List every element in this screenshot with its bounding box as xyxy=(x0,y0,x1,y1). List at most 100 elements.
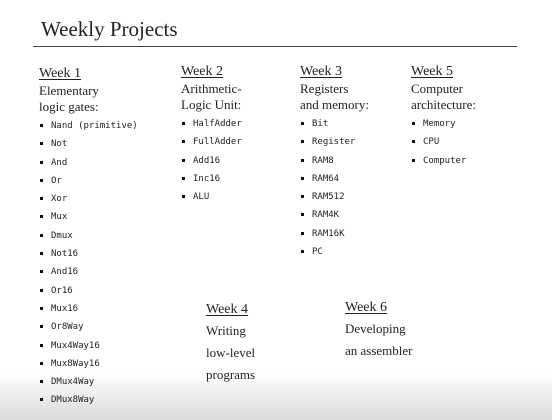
chip-item: Mux16 xyxy=(39,303,138,321)
chip-item: RAM16K xyxy=(300,228,369,246)
chip-item: Or16 xyxy=(39,285,138,303)
week-5-chip-list: Memory CPU Computer xyxy=(411,118,476,173)
bullet-icon xyxy=(301,158,304,162)
bullet-icon xyxy=(301,140,304,144)
chip-name: Nand (primitive) xyxy=(51,121,138,131)
bullet-icon xyxy=(40,233,43,237)
chip-item: Add16 xyxy=(181,155,242,173)
bullet-icon xyxy=(40,142,43,146)
week-2-desc-line: Arithmetic- xyxy=(181,81,242,96)
week-2-desc-line: Logic Unit: xyxy=(181,97,242,112)
bullet-icon xyxy=(301,176,304,180)
week-5-heading: Week 5 xyxy=(411,64,454,79)
chip-name: Bit xyxy=(312,119,329,129)
bullet-icon xyxy=(301,213,304,217)
chip-item: DMux4Way xyxy=(39,376,138,394)
week-6-heading: Week 6 xyxy=(345,300,388,315)
bullet-icon xyxy=(40,178,43,182)
week-6-desc-line: an assembler xyxy=(345,343,413,358)
chip-name: Memory xyxy=(423,119,456,129)
week-5-desc-line: Computer xyxy=(411,81,463,96)
chip-item: ALU xyxy=(181,191,242,209)
chip-name: CPU xyxy=(423,137,440,148)
week-6-desc-line: Developing xyxy=(345,321,406,336)
chip-item: Nand (primitive) xyxy=(39,120,138,138)
chip-item: Memory xyxy=(411,118,476,136)
chip-name: RAM512 xyxy=(312,192,345,203)
bullet-icon xyxy=(40,306,43,310)
week-4-desc-line: low-level xyxy=(206,345,256,360)
chip-item: RAM512 xyxy=(300,191,369,209)
bullet-icon xyxy=(40,325,43,329)
chip-item: PC xyxy=(300,246,369,264)
chip-item: And16 xyxy=(39,266,138,284)
chip-name: HalfAdder xyxy=(193,119,242,129)
chip-name: And16 xyxy=(51,267,79,278)
week-4-desc-line: Writing xyxy=(206,323,246,338)
chip-name: DMux8Way xyxy=(51,395,95,406)
chip-name: RAM4K xyxy=(312,210,340,221)
week-1-desc-line: logic gates: xyxy=(39,99,99,114)
chip-name: RAM8 xyxy=(312,155,334,166)
slide: Weekly Projects Week 1 Elementary logic … xyxy=(0,0,552,420)
bullet-icon xyxy=(40,160,43,164)
week-2-chip-list: HalfAdder FullAdder Add16 Inc16 ALU xyxy=(181,118,242,209)
week-3-desc-line: and memory: xyxy=(300,97,369,112)
bullet-icon xyxy=(40,124,43,127)
chip-item: Mux4Way16 xyxy=(39,340,138,358)
chip-name: RAM16K xyxy=(312,228,345,239)
week-1-heading: Week 1 xyxy=(39,66,82,81)
bullet-icon xyxy=(40,398,43,402)
chip-item: RAM4K xyxy=(300,209,369,227)
week-6-column: Week 6 Developing an assembler xyxy=(345,300,413,360)
week-2-column: Week 2 Arithmetic- Logic Unit: HalfAdder… xyxy=(181,64,242,209)
bullet-icon xyxy=(182,122,185,125)
chip-name: Add16 xyxy=(193,155,221,166)
chip-item: RAM64 xyxy=(300,173,369,191)
chip-name: Computer xyxy=(423,155,467,166)
chip-item: Mux xyxy=(39,211,138,229)
bullet-icon xyxy=(412,140,415,144)
chip-item: Not16 xyxy=(39,248,138,266)
chip-item: RAM8 xyxy=(300,155,369,173)
chip-name: Or8Way xyxy=(51,322,84,333)
chip-item: HalfAdder xyxy=(181,118,242,136)
chip-item: DMux8Way xyxy=(39,394,138,412)
chip-name: Register xyxy=(312,137,356,148)
chip-item: Not xyxy=(39,138,138,156)
bullet-icon xyxy=(301,195,304,199)
chip-name: Not xyxy=(51,139,68,150)
week-4-desc-line: programs xyxy=(206,367,256,382)
chip-item: Computer xyxy=(411,155,476,173)
bullet-icon xyxy=(301,122,304,125)
slide-title: Weekly Projects xyxy=(41,17,178,41)
chip-item: Or xyxy=(39,175,138,193)
bullet-icon xyxy=(182,195,185,199)
week-1-desc-line: Elementary xyxy=(39,83,99,98)
bullet-icon xyxy=(40,343,43,347)
bullet-icon xyxy=(40,197,43,201)
chip-name: PC xyxy=(312,247,323,258)
chip-item: Bit xyxy=(300,118,369,136)
chip-item: CPU xyxy=(411,136,476,154)
week-2-heading: Week 2 xyxy=(181,64,224,79)
bullet-icon xyxy=(40,270,43,274)
chip-item: And xyxy=(39,157,138,175)
chip-name: FullAdder xyxy=(193,137,242,148)
chip-name: DMux4Way xyxy=(51,377,95,388)
chip-name: Xor xyxy=(51,194,68,205)
bullet-icon xyxy=(182,158,185,162)
bullet-icon xyxy=(412,158,415,162)
chip-item: Or8Way xyxy=(39,321,138,339)
bullet-icon xyxy=(40,215,43,219)
chip-item: Mux8Way16 xyxy=(39,358,138,376)
week-1-column: Week 1 Elementary logic gates: Nand (pri… xyxy=(39,66,138,413)
chip-name: Inc16 xyxy=(193,173,221,184)
chip-name: Mux8Way16 xyxy=(51,358,100,369)
chip-name: Dmux xyxy=(51,230,73,241)
week-1-chip-list: Nand (primitive) Not And Or Xor Mux Dmux… xyxy=(39,120,138,413)
chip-item: FullAdder xyxy=(181,136,242,154)
chip-item: Inc16 xyxy=(181,173,242,191)
chip-name: Mux xyxy=(51,212,68,223)
chip-name: Or16 xyxy=(51,285,73,296)
